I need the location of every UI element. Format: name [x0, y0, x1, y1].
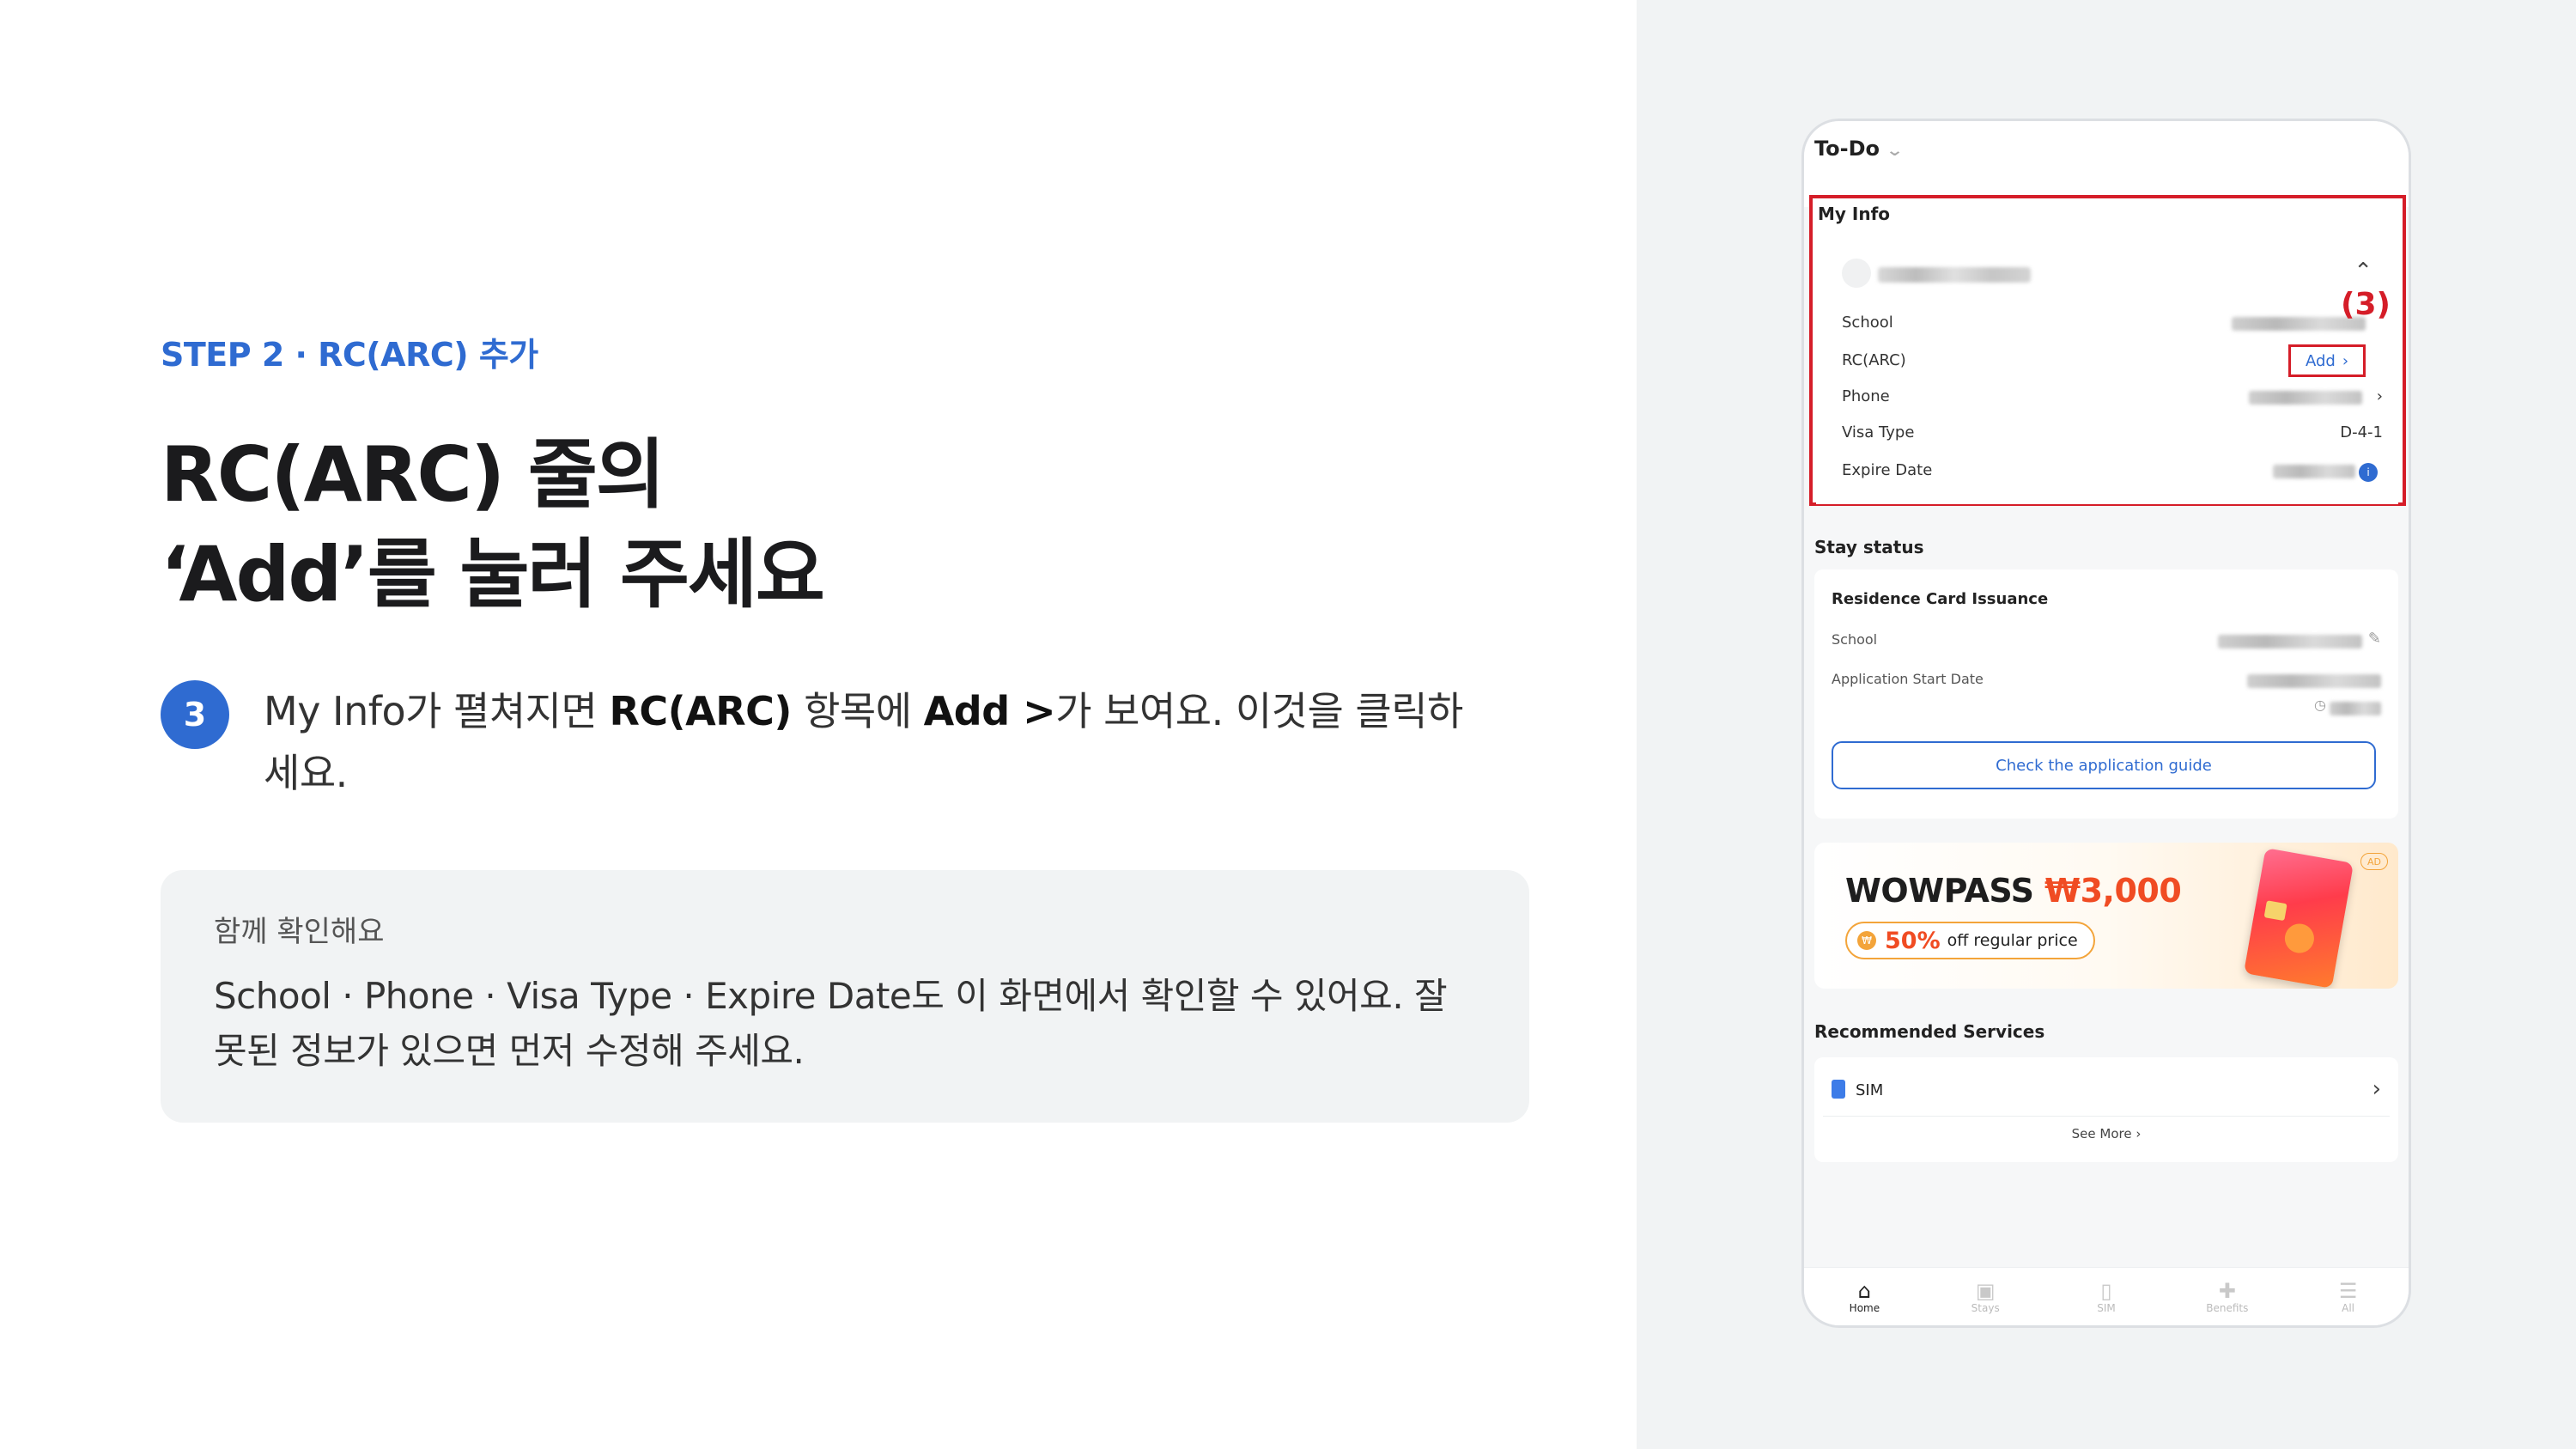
nav-label: Benefits [2206, 1301, 2249, 1314]
info-row-rc-arc: RC(ARC) Add › [1842, 344, 2383, 377]
instruction-panel: STEP 2 · RC(ARC) 추가 RC(ARC) 줄의 ‘Add’를 눌러… [0, 0, 1637, 1449]
info-label: School [1842, 314, 1893, 332]
headline: RC(ARC) 줄의 ‘Add’를 눌러 주세요 [161, 425, 825, 624]
sim-service-row[interactable]: SIM › [1832, 1073, 2381, 1107]
phone-frame: To-Do ⌄ My Info ⌃ School RC(ARC) Add › Pho… [1801, 119, 2411, 1328]
step-text-part: My Info가 펼쳐지면 [264, 688, 610, 734]
info-row-phone[interactable]: Phone › [1842, 384, 2383, 410]
promo-discount-pill: ₩ 50% off regular price [1845, 922, 2095, 959]
stay-status-title: Stay status [1814, 537, 1924, 557]
headline-line-1: RC(ARC) 줄의 [161, 430, 665, 519]
avatar [1842, 259, 1871, 288]
promo-pill-text: off regular price [1947, 931, 2078, 950]
headline-line-2: ‘Add’를 눌러 주세요 [161, 530, 825, 618]
menu-icon: ☰ [2338, 1278, 2358, 1303]
coin-icon: ₩ [1857, 931, 1876, 950]
my-info-card: ⌃ School RC(ARC) Add › Phone › Visa Type … [1816, 233, 2398, 504]
stay-card-title: Residence Card Issuance [1832, 590, 2049, 608]
nav-label: SIM [2097, 1301, 2116, 1314]
note-title: 함께 확인해요 [214, 915, 385, 949]
todo-label: To-Do [1814, 137, 1880, 161]
chevron-right-icon: › [2342, 351, 2349, 370]
nav-label: Home [1849, 1301, 1880, 1314]
card-chip [2263, 900, 2287, 922]
stay-row-application-start: Application Start Date [1832, 667, 2381, 691]
chevron-down-icon: ⌄ [1886, 142, 1905, 160]
promo-amount: ₩3,000 [2044, 872, 2182, 910]
step-number-badge: 3 [161, 680, 229, 749]
info-label: Visa Type [1842, 423, 1915, 441]
chevron-right-icon: › [2376, 387, 2383, 405]
wowpass-card-image [2243, 848, 2354, 989]
info-row-school: School [1842, 310, 2383, 336]
sim-icon [1832, 1080, 1845, 1099]
nav-sim[interactable]: ▯ SIM [2072, 1280, 2141, 1314]
screenshot-panel: To-Do ⌄ My Info ⌃ School RC(ARC) Add › Pho… [1637, 0, 2576, 1449]
phone-header: To-Do ⌄ [1804, 121, 2409, 207]
nav-stays[interactable]: ▣ Stays [1951, 1280, 2020, 1314]
note-box: 함께 확인해요 School · Phone · Visa Type · Exp… [161, 870, 1529, 1123]
add-rc-arc-button[interactable]: Add › [2288, 344, 2366, 377]
application-guide-button[interactable]: Check the application guide [1832, 741, 2376, 789]
todo-dropdown[interactable]: To-Do ⌄ [1814, 137, 1905, 161]
info-icon[interactable]: i [2359, 463, 2378, 482]
step-text-bold: Add > [923, 688, 1056, 734]
recommended-services-card: SIM › See More › [1814, 1057, 2398, 1162]
blurred-value [2218, 635, 2362, 648]
ad-badge: AD [2360, 853, 2388, 870]
sim-nav-icon: ▯ [2100, 1278, 2112, 1303]
nav-all[interactable]: ☰ All [2314, 1280, 2383, 1314]
info-label: Expire Date [1842, 461, 1933, 479]
info-label: RC(ARC) [1842, 351, 1906, 369]
card-graphic [2282, 921, 2317, 956]
stay-card: Residence Card Issuance School ✎ Applica… [1814, 569, 2398, 819]
info-row-visa-type: Visa Type D-4-1 [1842, 420, 2383, 446]
recommended-services-title: Recommended Services [1814, 1021, 2045, 1042]
info-row-expire-date: Expire Date i [1842, 458, 2383, 484]
blurred-value [2330, 702, 2381, 715]
step-row: 3 My Info가 펼쳐지면 RC(ARC) 항목에 Add >가 보여요. … [161, 680, 1500, 804]
nav-benefits[interactable]: ✚ Benefits [2193, 1280, 2262, 1314]
step-marker: (3) [2341, 287, 2391, 322]
sim-label: SIM [1856, 1081, 1884, 1099]
visa-value: D-4-1 [2340, 423, 2383, 441]
benefits-icon: ✚ [2218, 1278, 2236, 1303]
see-more-link[interactable]: See More › [1814, 1126, 2398, 1142]
step-label: STEP 2 · RC(ARC) 추가 [161, 336, 538, 374]
blurred-value [2249, 391, 2362, 405]
see-more-label: See More [2071, 1126, 2132, 1142]
chevron-up-icon[interactable]: ⌃ [2354, 259, 2372, 284]
home-icon: ⌂ [1857, 1278, 1871, 1303]
add-label: Add [2305, 351, 2336, 370]
nav-label: Stays [1971, 1301, 2000, 1314]
stays-icon: ▣ [1975, 1278, 1996, 1303]
chevron-right-icon: › [2372, 1076, 2381, 1102]
promo-brand: WOWPASS [1845, 872, 2034, 910]
divider [1823, 1116, 2390, 1117]
clock-icon: ◷ [2314, 697, 2326, 713]
blurred-name [1878, 267, 2031, 283]
stay-label: School [1832, 631, 1878, 648]
step-text-part: 항목에 [791, 688, 924, 734]
promo-title: WOWPASS ₩3,000 [1845, 872, 2182, 910]
promo-percent: 50% [1885, 927, 1941, 954]
info-label: Phone [1842, 387, 1890, 405]
step-text: My Info가 펼쳐지면 RC(ARC) 항목에 Add >가 보여요. 이것… [264, 680, 1483, 804]
wowpass-promo-banner[interactable]: WOWPASS ₩3,000 ₩ 50% off regular price A… [1814, 843, 2398, 989]
my-info-highlight: My Info ⌃ School RC(ARC) Add › Phone › V… [1809, 195, 2406, 506]
step-text-bold: RC(ARC) [609, 688, 792, 734]
my-info-title: My Info [1818, 204, 1891, 224]
blurred-value [2247, 674, 2381, 688]
blurred-value [2273, 465, 2355, 478]
nav-home[interactable]: ⌂ Home [1830, 1280, 1899, 1314]
stay-label: Application Start Date [1832, 671, 1984, 687]
bottom-nav: ⌂ Home ▣ Stays ▯ SIM ✚ Benefits ☰ All [1804, 1267, 2409, 1325]
stay-row-time: ◷ [1832, 695, 2381, 719]
pencil-icon[interactable]: ✎ [2368, 630, 2381, 648]
nav-label: All [2342, 1301, 2355, 1314]
stay-row-school: School ✎ [1832, 628, 2381, 652]
note-body: School · Phone · Visa Type · Expire Date… [214, 975, 1448, 1072]
